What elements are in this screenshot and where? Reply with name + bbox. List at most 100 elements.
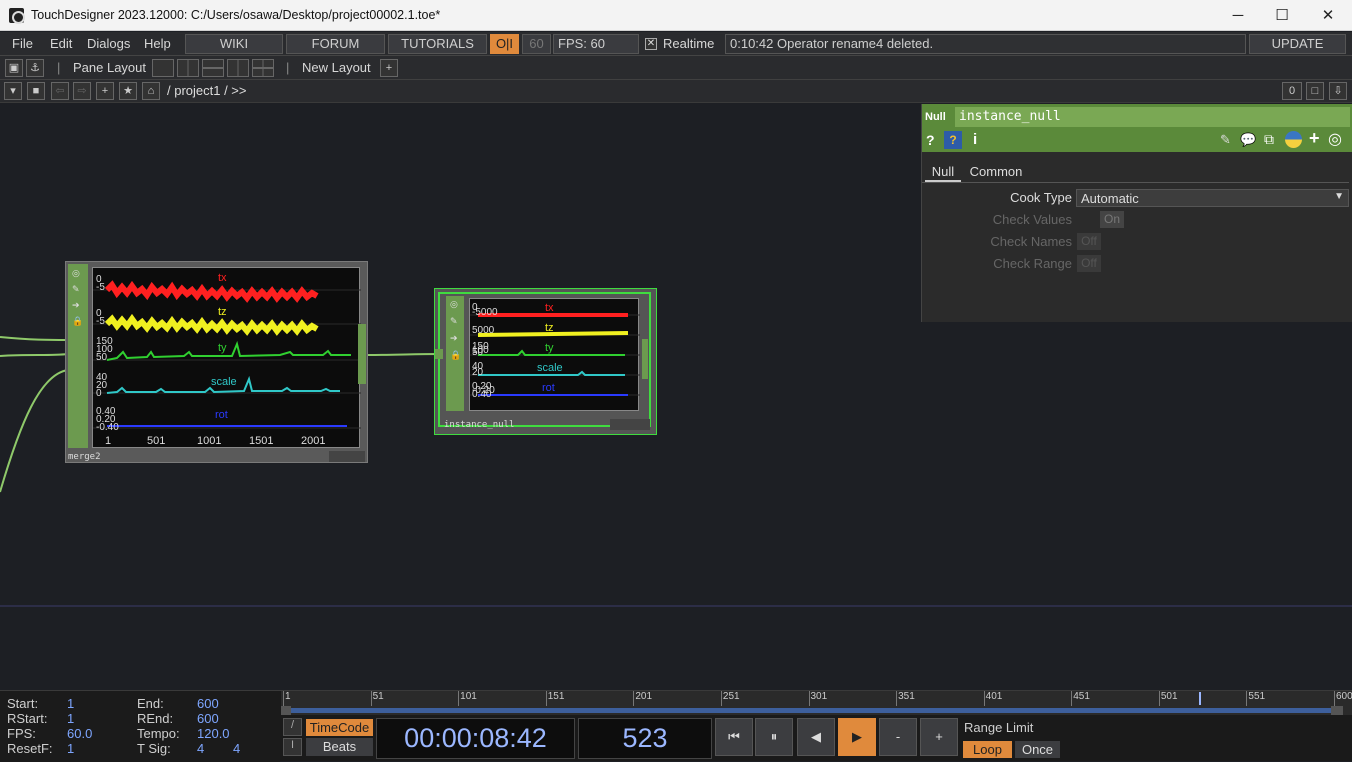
pin-icon[interactable]: ✎ bbox=[450, 316, 458, 327]
check-values-toggle[interactable]: On bbox=[1100, 211, 1124, 228]
fps-cap-button[interactable]: 60 bbox=[522, 34, 551, 54]
clone-icon[interactable]: ⧉ bbox=[1264, 131, 1274, 148]
range-bar[interactable] bbox=[281, 706, 1352, 715]
layout-split-horizontal-icon[interactable] bbox=[202, 59, 224, 77]
once-button[interactable]: Once bbox=[1015, 741, 1060, 758]
rstart-label: RStart: bbox=[7, 711, 48, 726]
oi-toggle-button[interactable]: O|I bbox=[490, 34, 519, 54]
play-backward-icon[interactable]: ◀ bbox=[797, 718, 835, 756]
dropdown-icon[interactable]: ▾ bbox=[4, 82, 22, 100]
anchor-icon[interactable]: ⚓ bbox=[26, 59, 44, 77]
arrow-icon[interactable]: ➔ bbox=[450, 333, 458, 344]
maximize-pane-icon[interactable]: □ bbox=[1306, 82, 1324, 100]
network-path[interactable]: / project1 / >> bbox=[167, 83, 247, 98]
tutorials-button[interactable]: TUTORIALS bbox=[388, 34, 487, 54]
play-forward-icon[interactable]: ▶ bbox=[838, 718, 876, 756]
ruler-label: 551 bbox=[1248, 691, 1266, 702]
layout-single-icon[interactable] bbox=[152, 59, 174, 77]
bar-icon[interactable]: I bbox=[283, 738, 302, 756]
target-icon[interactable]: ◎ bbox=[1328, 129, 1342, 149]
range-end-handle[interactable] bbox=[1331, 706, 1343, 715]
cook-type-dropdown[interactable]: Automatic ▼ bbox=[1076, 189, 1349, 207]
layout-quad-icon[interactable] bbox=[252, 59, 274, 77]
image-icon[interactable]: ▣ bbox=[5, 59, 23, 77]
frame-display[interactable]: 523 bbox=[578, 718, 712, 759]
tsig-value-1[interactable]: 4 bbox=[197, 741, 204, 756]
pause-icon[interactable]: ⏸ bbox=[755, 718, 793, 756]
home-icon[interactable]: ⌂ bbox=[142, 82, 160, 100]
menu-dialogs[interactable]: Dialogs bbox=[87, 36, 130, 51]
lock-icon[interactable]: 🔒 bbox=[450, 350, 461, 361]
ruler-label: 501 bbox=[1160, 691, 1178, 702]
menu-help[interactable]: Help bbox=[144, 36, 171, 51]
forward-icon[interactable]: ⇨ bbox=[73, 82, 91, 100]
arrow-icon[interactable]: ➔ bbox=[72, 300, 80, 311]
ruler-label: 151 bbox=[547, 691, 565, 702]
input-connector[interactable] bbox=[435, 349, 443, 359]
menu-file[interactable]: File bbox=[12, 36, 33, 51]
close-button[interactable]: ✕ bbox=[1305, 0, 1351, 31]
edit-pencil-icon[interactable]: ✎ bbox=[1220, 132, 1231, 148]
node-flags[interactable] bbox=[610, 419, 650, 430]
check-range-toggle[interactable]: Off bbox=[1077, 255, 1101, 272]
instance-null-node-name[interactable]: instance_null bbox=[444, 420, 514, 430]
python-icon[interactable] bbox=[1285, 131, 1302, 148]
end-value[interactable]: 600 bbox=[197, 696, 219, 711]
start-value[interactable]: 1 bbox=[67, 696, 74, 711]
rend-value[interactable]: 600 bbox=[197, 711, 219, 726]
layout-three-icon[interactable] bbox=[227, 59, 249, 77]
viewer-icon[interactable]: ◎ bbox=[72, 268, 80, 279]
bookmark-star-icon[interactable]: ★ bbox=[119, 82, 137, 100]
wiki-button[interactable]: WIKI bbox=[185, 34, 283, 54]
timecode-display[interactable]: 00:00:08:42 bbox=[376, 718, 575, 759]
ylabel: 0.40 bbox=[472, 389, 492, 400]
tab-common[interactable]: Common bbox=[966, 160, 1026, 182]
rstart-value[interactable]: 1 bbox=[67, 711, 74, 726]
range-start-handle[interactable] bbox=[281, 706, 291, 715]
info-icon[interactable]: i bbox=[973, 131, 977, 148]
tsig-value-2[interactable]: 4 bbox=[233, 741, 240, 756]
check-names-toggle[interactable]: Off bbox=[1077, 233, 1101, 250]
merge2-node-name[interactable]: merge2 bbox=[68, 452, 101, 462]
node-flags[interactable] bbox=[329, 451, 365, 462]
slash-icon[interactable]: / bbox=[283, 718, 302, 736]
output-connector[interactable] bbox=[642, 339, 648, 379]
node-side-strip: ◎ ✎ ➔ 🔒 bbox=[446, 296, 464, 411]
merge2-node[interactable]: ◎ ✎ ➔ 🔒 tx tz ty scale rot 0 -5 0 -5 150… bbox=[65, 261, 368, 463]
python-help-icon[interactable]: ? bbox=[944, 131, 962, 149]
help-icon[interactable]: ? bbox=[926, 132, 935, 148]
back-icon[interactable]: ⇦ bbox=[51, 82, 69, 100]
comment-icon[interactable]: 💬 bbox=[1240, 132, 1256, 148]
stop-icon[interactable]: ■ bbox=[27, 82, 45, 100]
fps-value[interactable]: 60.0 bbox=[67, 726, 92, 741]
beats-button[interactable]: Beats bbox=[306, 738, 373, 756]
maximize-button[interactable]: ☐ bbox=[1259, 0, 1305, 31]
layout-toolbar: ▣ ⚓ | Pane Layout | New Layout + bbox=[0, 56, 1352, 80]
step-forward-button[interactable]: + bbox=[920, 718, 958, 756]
viewer-icon[interactable]: ◎ bbox=[450, 299, 458, 310]
add-icon[interactable]: + bbox=[96, 82, 114, 100]
pane-options-icon[interactable]: ⇩ bbox=[1329, 82, 1347, 100]
tab-null[interactable]: Null bbox=[925, 160, 961, 182]
rewind-icon[interactable]: ⏮ bbox=[715, 718, 753, 756]
menu-edit[interactable]: Edit bbox=[50, 36, 72, 51]
realtime-checkbox[interactable]: ✕ bbox=[645, 38, 657, 50]
pin-icon[interactable]: ✎ bbox=[72, 284, 80, 295]
lock-icon[interactable]: 🔒 bbox=[72, 316, 83, 327]
instance-null-node[interactable]: ◎ ✎ ➔ 🔒 tx tz ty scale rot 0 -5000 5000 … bbox=[434, 288, 657, 435]
add-icon[interactable]: + bbox=[1309, 128, 1320, 149]
add-layout-icon[interactable]: + bbox=[380, 59, 398, 77]
resetf-value[interactable]: 1 bbox=[67, 741, 74, 756]
output-connector[interactable] bbox=[358, 324, 366, 384]
step-back-button[interactable]: - bbox=[879, 718, 917, 756]
operator-name-field[interactable]: instance_null bbox=[955, 107, 1350, 127]
timecode-button[interactable]: TimeCode bbox=[306, 719, 373, 736]
loop-button[interactable]: Loop bbox=[963, 741, 1012, 758]
timeline-ruler[interactable]: 1 51 101 151 201 251 301 351 401 451 501 551 600 bbox=[281, 691, 1352, 706]
layout-split-vertical-icon[interactable] bbox=[177, 59, 199, 77]
playhead[interactable] bbox=[1198, 692, 1201, 705]
tempo-value[interactable]: 120.0 bbox=[197, 726, 230, 741]
update-button[interactable]: UPDATE bbox=[1249, 34, 1346, 54]
forum-button[interactable]: FORUM bbox=[286, 34, 385, 54]
minimize-button[interactable]: ─ bbox=[1215, 0, 1261, 31]
